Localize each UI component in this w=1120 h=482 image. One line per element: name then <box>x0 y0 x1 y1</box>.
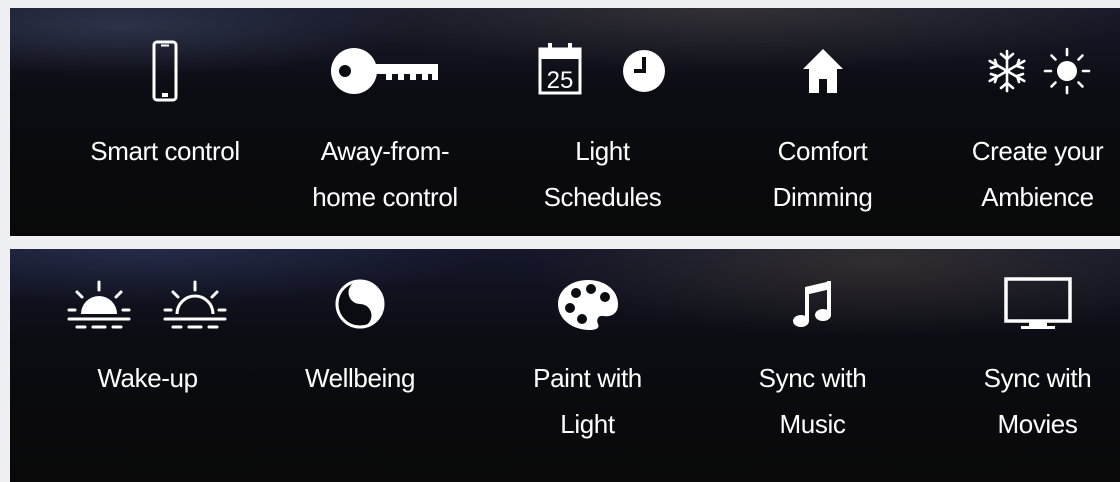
feature-label: Wake-up <box>97 363 198 393</box>
features-panel-bottom: Wake-up Wellbeing Paint with Light Sync … <box>10 249 1120 482</box>
yin-yang-icon <box>280 269 440 339</box>
snowflake-sun-icon <box>955 36 1120 106</box>
features-panel-top: Smart control Away-from- home control 25… <box>10 8 1120 236</box>
feature-label: Create your Ambience <box>971 136 1104 212</box>
feature-label: Paint with Light <box>533 363 642 439</box>
smartphone-icon <box>65 36 265 106</box>
feature-label: Sync with Movies <box>983 363 1092 439</box>
feature-label: Wellbeing <box>304 363 416 393</box>
house-icon <box>740 36 905 106</box>
feature-label: Sync with Music <box>758 363 867 439</box>
calendar-clock-icon: 25 <box>515 36 690 106</box>
feature-label: Away-from- home control <box>312 136 458 212</box>
palette-icon <box>505 269 670 339</box>
key-icon <box>290 36 480 106</box>
feature-label: Light Schedules <box>543 136 662 212</box>
feature-label: Smart control <box>90 136 240 166</box>
calendar-day-number: 25 <box>546 67 573 94</box>
feature-label: Comfort Dimming <box>772 136 873 212</box>
music-note-icon <box>730 269 895 339</box>
sunrise-sunset-icon <box>30 269 265 339</box>
tv-icon <box>955 269 1120 339</box>
